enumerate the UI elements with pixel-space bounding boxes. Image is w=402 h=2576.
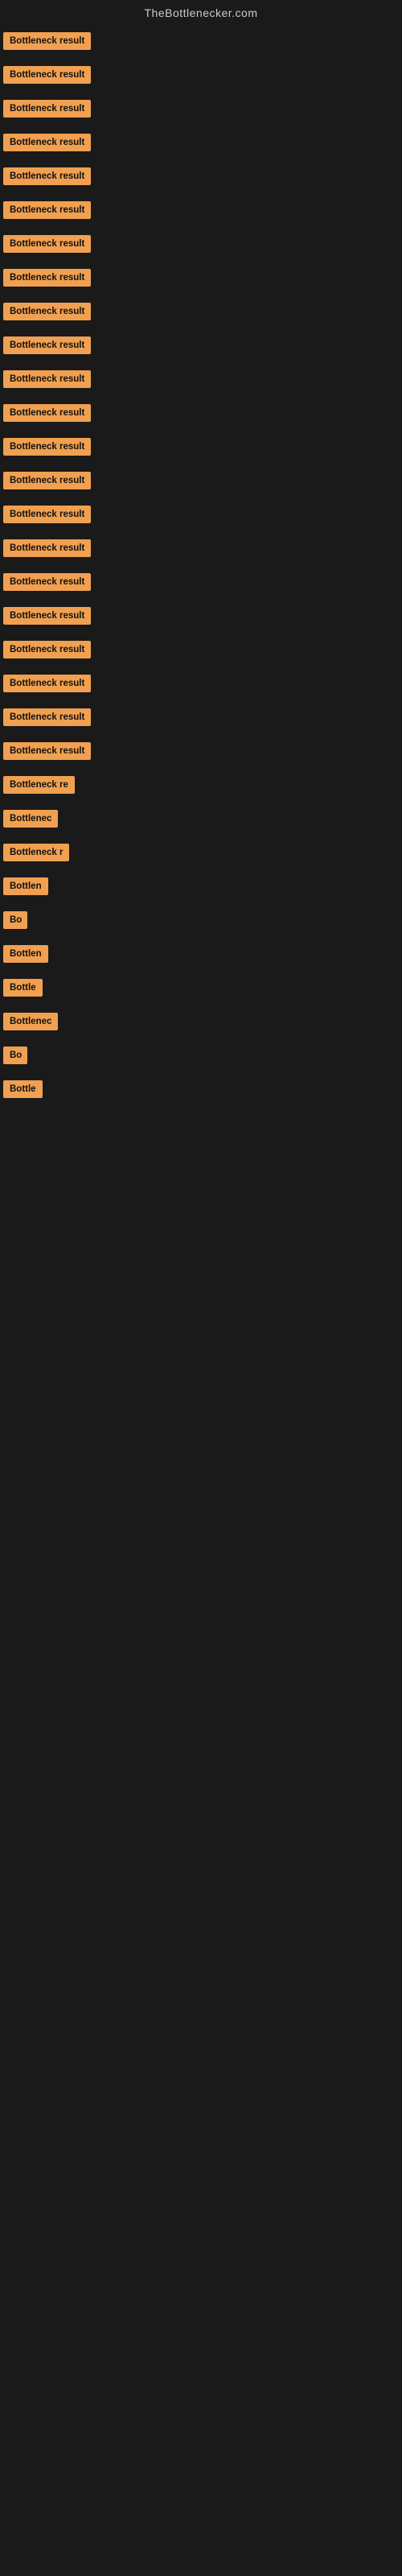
bottleneck-badge-6[interactable]: Bottleneck result xyxy=(3,201,91,219)
bottleneck-badge-32[interactable]: Bottle xyxy=(3,1080,43,1098)
result-row-4: Bottleneck result xyxy=(0,127,402,161)
bottleneck-badge-24[interactable]: Bottlenec xyxy=(3,810,58,828)
result-row-13: Bottleneck result xyxy=(0,431,402,465)
result-row-17: Bottleneck result xyxy=(0,567,402,601)
result-row-32: Bottle xyxy=(0,1074,402,1108)
bottleneck-badge-25[interactable]: Bottleneck r xyxy=(3,844,69,861)
result-row-7: Bottleneck result xyxy=(0,229,402,262)
result-row-14: Bottleneck result xyxy=(0,465,402,499)
result-row-2: Bottleneck result xyxy=(0,60,402,93)
result-row-31: Bo xyxy=(0,1040,402,1074)
result-row-26: Bottlen xyxy=(0,871,402,905)
result-row-16: Bottleneck result xyxy=(0,533,402,567)
bottleneck-badge-17[interactable]: Bottleneck result xyxy=(3,573,91,591)
bottleneck-badge-29[interactable]: Bottle xyxy=(3,979,43,997)
result-row-24: Bottlenec xyxy=(0,803,402,837)
bottleneck-badge-19[interactable]: Bottleneck result xyxy=(3,641,91,658)
bottleneck-badge-14[interactable]: Bottleneck result xyxy=(3,472,91,489)
bottleneck-badge-30[interactable]: Bottlenec xyxy=(3,1013,58,1030)
bottleneck-badge-15[interactable]: Bottleneck result xyxy=(3,506,91,523)
result-row-8: Bottleneck result xyxy=(0,262,402,296)
bottleneck-badge-11[interactable]: Bottleneck result xyxy=(3,370,91,388)
result-row-25: Bottleneck r xyxy=(0,837,402,871)
bottleneck-badge-7[interactable]: Bottleneck result xyxy=(3,235,91,253)
site-title: TheBottlenecker.com xyxy=(0,0,402,26)
bottleneck-badge-13[interactable]: Bottleneck result xyxy=(3,438,91,456)
bottleneck-badge-1[interactable]: Bottleneck result xyxy=(3,32,91,50)
bottleneck-badge-10[interactable]: Bottleneck result xyxy=(3,336,91,354)
results-container: Bottleneck result Bottleneck result Bottle… xyxy=(0,26,402,1108)
result-row-6: Bottleneck result xyxy=(0,195,402,229)
result-row-18: Bottleneck result xyxy=(0,601,402,634)
bottleneck-badge-9[interactable]: Bottleneck result xyxy=(3,303,91,320)
bottleneck-badge-5[interactable]: Bottleneck result xyxy=(3,167,91,185)
result-row-3: Bottleneck result xyxy=(0,93,402,127)
result-row-1: Bottleneck result xyxy=(0,26,402,60)
result-row-23: Bottleneck re xyxy=(0,770,402,803)
bottleneck-badge-3[interactable]: Bottleneck result xyxy=(3,100,91,118)
bottleneck-badge-23[interactable]: Bottleneck re xyxy=(3,776,75,794)
result-row-20: Bottleneck result xyxy=(0,668,402,702)
result-row-12: Bottleneck result xyxy=(0,398,402,431)
page-container: TheBottlenecker.com Bottleneck resultBot… xyxy=(0,0,402,2576)
bottleneck-badge-21[interactable]: Bottleneck result xyxy=(3,708,91,726)
result-row-5: Bottleneck result xyxy=(0,161,402,195)
result-row-19: Bottleneck result xyxy=(0,634,402,668)
bottleneck-badge-18[interactable]: Bottleneck result xyxy=(3,607,91,625)
result-row-29: Bottle xyxy=(0,972,402,1006)
bottleneck-badge-28[interactable]: Bottlen xyxy=(3,945,48,963)
bottleneck-badge-27[interactable]: Bo xyxy=(3,911,27,929)
bottleneck-badge-31[interactable]: Bo xyxy=(3,1046,27,1064)
bottleneck-badge-12[interactable]: Bottleneck result xyxy=(3,404,91,422)
result-row-30: Bottlenec xyxy=(0,1006,402,1040)
result-row-28: Bottlen xyxy=(0,939,402,972)
bottleneck-badge-4[interactable]: Bottleneck result xyxy=(3,134,91,151)
bottleneck-badge-20[interactable]: Bottleneck result xyxy=(3,675,91,692)
result-row-27: Bo xyxy=(0,905,402,939)
bottleneck-badge-22[interactable]: Bottleneck result xyxy=(3,742,91,760)
bottleneck-badge-26[interactable]: Bottlen xyxy=(3,877,48,895)
result-row-10: Bottleneck result xyxy=(0,330,402,364)
result-row-22: Bottleneck result xyxy=(0,736,402,770)
result-row-9: Bottleneck result xyxy=(0,296,402,330)
bottleneck-badge-8[interactable]: Bottleneck result xyxy=(3,269,91,287)
result-row-21: Bottleneck result xyxy=(0,702,402,736)
result-row-11: Bottleneck result xyxy=(0,364,402,398)
bottleneck-badge-2[interactable]: Bottleneck result xyxy=(3,66,91,84)
result-row-15: Bottleneck result xyxy=(0,499,402,533)
bottleneck-badge-16[interactable]: Bottleneck result xyxy=(3,539,91,557)
